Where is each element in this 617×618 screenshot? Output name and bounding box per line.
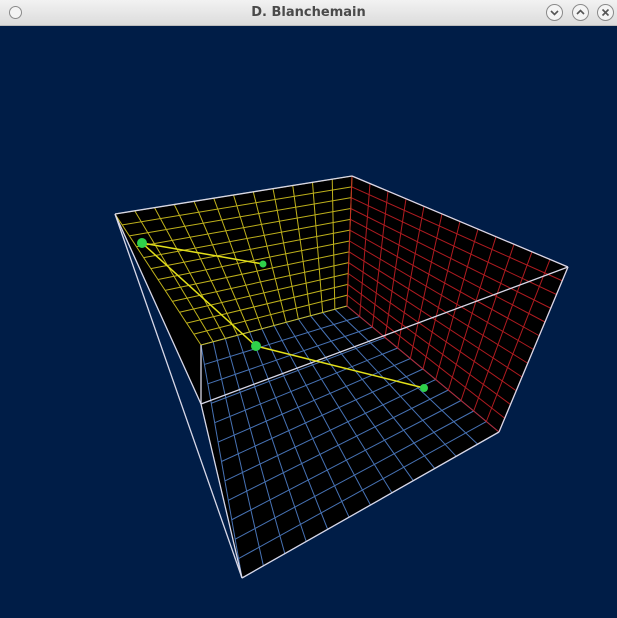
graph-node [137, 238, 147, 248]
close-icon [601, 8, 610, 17]
chevron-up-icon [576, 9, 585, 15]
close-button[interactable] [597, 4, 614, 21]
graph-node [259, 260, 267, 268]
3d-scene[interactable] [0, 26, 617, 618]
application-window: D. Blanchemain [0, 0, 617, 618]
window-title: D. Blanchemain [251, 5, 366, 20]
graph-node [251, 341, 261, 351]
minimize-button[interactable] [546, 4, 563, 21]
graph-node [420, 384, 428, 392]
chevron-down-icon [550, 10, 559, 16]
box-faces [115, 176, 568, 578]
title-bar[interactable]: D. Blanchemain [0, 0, 617, 26]
maximize-button[interactable] [572, 4, 589, 21]
